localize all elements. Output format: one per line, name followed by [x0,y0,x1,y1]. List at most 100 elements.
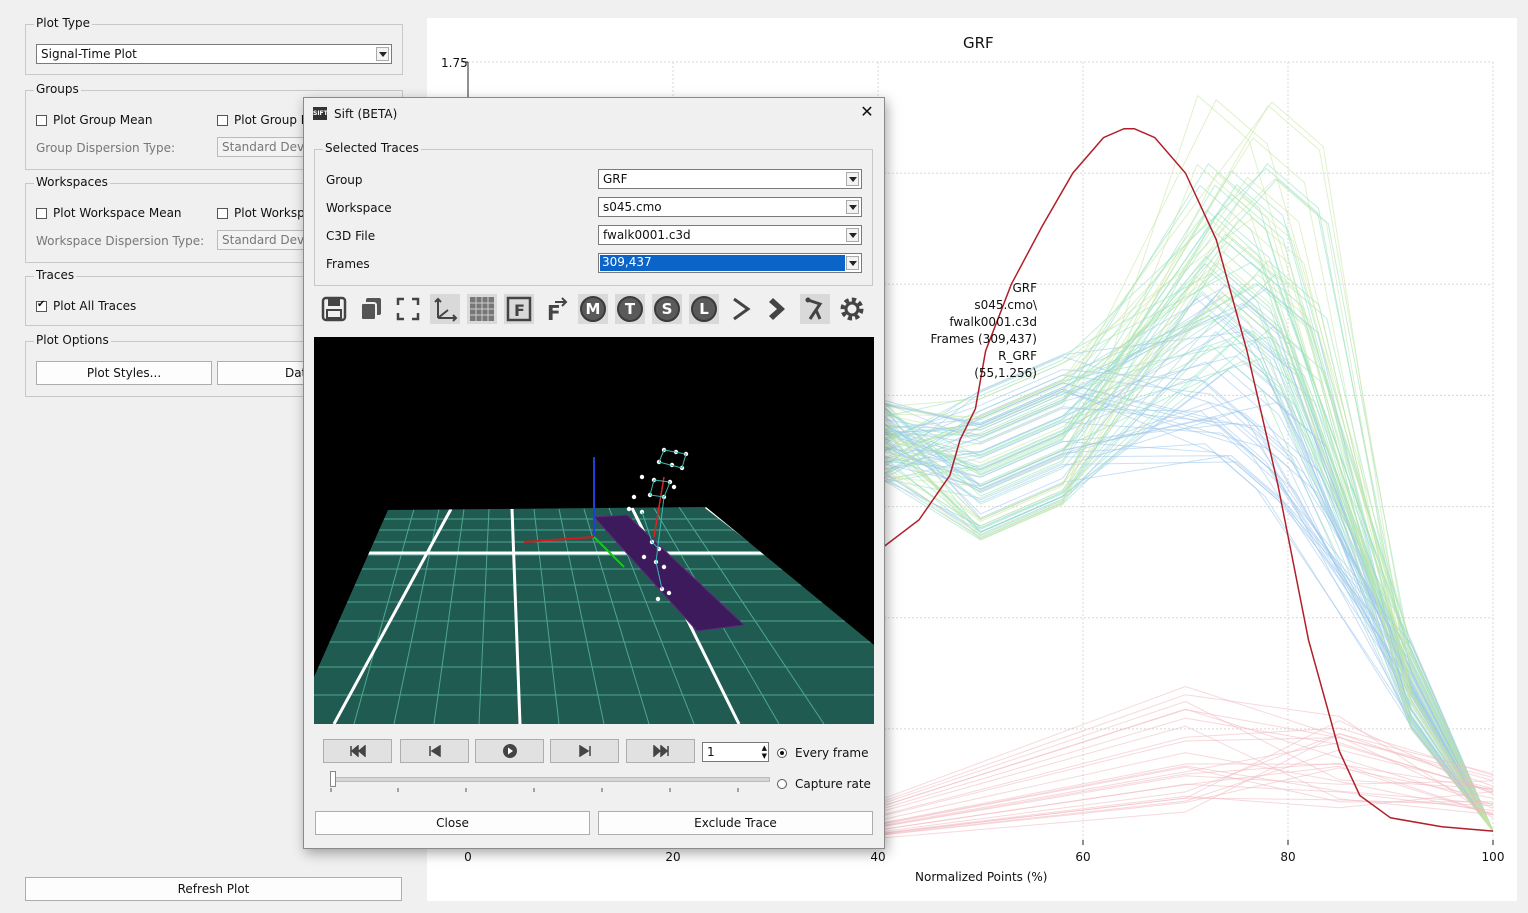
plot-workspace-mean-checkbox[interactable]: Plot Workspace Mean [36,206,182,220]
plot-group-dispersion-label: Plot Group D [234,113,311,127]
previous-frame-button[interactable] [400,739,469,763]
refresh-plot-button[interactable]: Refresh Plot [25,877,402,901]
play-icon [502,744,517,758]
trajectories-icon[interactable]: T [615,294,645,324]
grid-icon[interactable] [467,294,497,324]
every-frame-radio[interactable]: Every frame [777,746,869,760]
background-trace-line [877,355,1494,832]
group-label: Group [326,173,363,187]
markers-icon[interactable]: M [578,294,608,324]
group-dispersion-type-label: Group Dispersion Type: [36,141,176,155]
spin-up-icon[interactable]: ▲ [762,744,767,752]
save-icon[interactable] [319,294,349,324]
labels-icon[interactable]: L [689,294,719,324]
chevron-down-icon [846,228,859,242]
radio-dot [777,779,787,789]
frame-slider[interactable] [326,769,770,795]
close-icon[interactable]: ✕ [858,103,876,121]
skeleton-icon[interactable] [800,294,830,324]
tooltip-line: GRF [1012,281,1037,295]
x-axis-label: Normalized Points (%) [915,870,1048,884]
step-icon[interactable] [763,294,793,324]
svg-text:F: F [514,301,525,320]
background-trace-line [877,331,1494,832]
chart-title: GRF [963,34,994,52]
force-vector-icon[interactable]: F [541,294,571,324]
segments-letter: S [654,296,680,322]
plot-workspace-dispersion-label: Plot Workspa [234,206,313,220]
frames-select[interactable]: 309,437 [598,253,862,273]
skip-end-icon [652,745,669,757]
last-frame-button[interactable] [626,739,695,763]
x-tick-label: 60 [1075,850,1091,864]
copy-icon[interactable] [356,294,386,324]
plot-group-mean-checkbox[interactable]: Plot Group Mean [36,113,152,127]
floor-grid [314,507,874,724]
plot-workspace-dispersion-checkbox[interactable]: Plot Workspa [217,206,312,220]
next-frame-button[interactable] [550,739,619,763]
3d-scene [314,447,874,724]
background-trace-line [877,163,1494,832]
frames-value: 309,437 [600,255,845,271]
first-frame-button[interactable] [323,739,392,763]
every-frame-label: Every frame [795,746,869,760]
dialog-titlebar[interactable]: SIFT Sift (BETA) ✕ [304,98,884,128]
workspace-select[interactable]: s045.cmo [598,197,862,217]
checkbox-box [36,207,47,219]
frame-step-spinbox[interactable]: 1 ▲ ▼ [702,742,769,762]
traces-title: Traces [34,268,77,282]
x-tick-label: 20 [665,850,681,864]
background-trace-line [877,330,1494,832]
frame-step-value: 1 [707,745,715,759]
axes-icon[interactable] [430,294,460,324]
workspace-dispersion-type-label: Workspace Dispersion Type: [36,234,205,248]
capture-rate-radio[interactable]: Capture rate [777,777,871,791]
play-button[interactable] [475,739,544,763]
sift-dialog: SIFT Sift (BETA) ✕ Selected Traces Group… [303,97,885,849]
chevron-down-icon [846,200,859,214]
plot-group-dispersion-checkbox[interactable]: Plot Group D [217,113,310,127]
plot-type-title: Plot Type [34,16,92,30]
workspace-value: s045.cmo [603,200,662,214]
radio-dot [777,748,787,758]
selected-traces-title: Selected Traces [323,141,421,155]
background-trace-line [877,176,1494,832]
background-trace-line [877,360,1494,832]
close-button[interactable]: Close [315,811,590,835]
workspaces-title: Workspaces [34,175,110,189]
c3d-file-select[interactable]: fwalk0001.c3d [598,225,862,245]
background-trace-line [877,330,1494,832]
sift-app-icon: SIFT [313,107,328,120]
workspace-label: Workspace [326,201,392,215]
fit-view-icon[interactable] [393,294,423,324]
force-plate-icon[interactable]: F [504,294,534,324]
checkbox-box [217,114,228,126]
group-select[interactable]: GRF [598,169,862,189]
trace-tooltip: GRF s045.cmo\ fwalk0001.c3d Frames (309,… [907,280,1037,382]
next-icon[interactable] [726,294,756,324]
3d-viewer[interactable] [314,337,874,724]
plot-type-select[interactable]: Signal-Time Plot [36,44,392,64]
background-trace-line [877,178,1494,832]
background-trace-line [877,167,1494,832]
x-tick-label: 40 [870,850,886,864]
spin-down-icon[interactable]: ▼ [762,752,767,760]
y-tick-label: 1.75 [441,56,468,70]
plot-workspace-mean-label: Plot Workspace Mean [53,206,182,220]
selected-traces-group: Selected Traces Group GRF Workspace s045… [314,141,873,286]
markers-letter: M [580,296,606,322]
segments-icon[interactable]: S [652,294,682,324]
plot-all-traces-checkbox[interactable]: Plot All Traces [36,299,136,313]
gear-icon[interactable] [837,294,867,324]
x-tick-label: 80 [1280,850,1296,864]
tooltip-line: R_GRF [998,349,1037,363]
c3d-file-value: fwalk0001.c3d [603,228,691,242]
background-trace-line [877,101,1494,832]
trajectories-letter: T [617,296,643,322]
plot-styles-button[interactable]: Plot Styles... [36,361,212,385]
plot-type-group: Plot Type Signal-Time Plot [25,16,403,75]
group-value: GRF [603,172,628,186]
plot-all-traces-label: Plot All Traces [53,299,137,313]
exclude-trace-button[interactable]: Exclude Trace [598,811,873,835]
c3d-file-label: C3D File [326,229,376,243]
